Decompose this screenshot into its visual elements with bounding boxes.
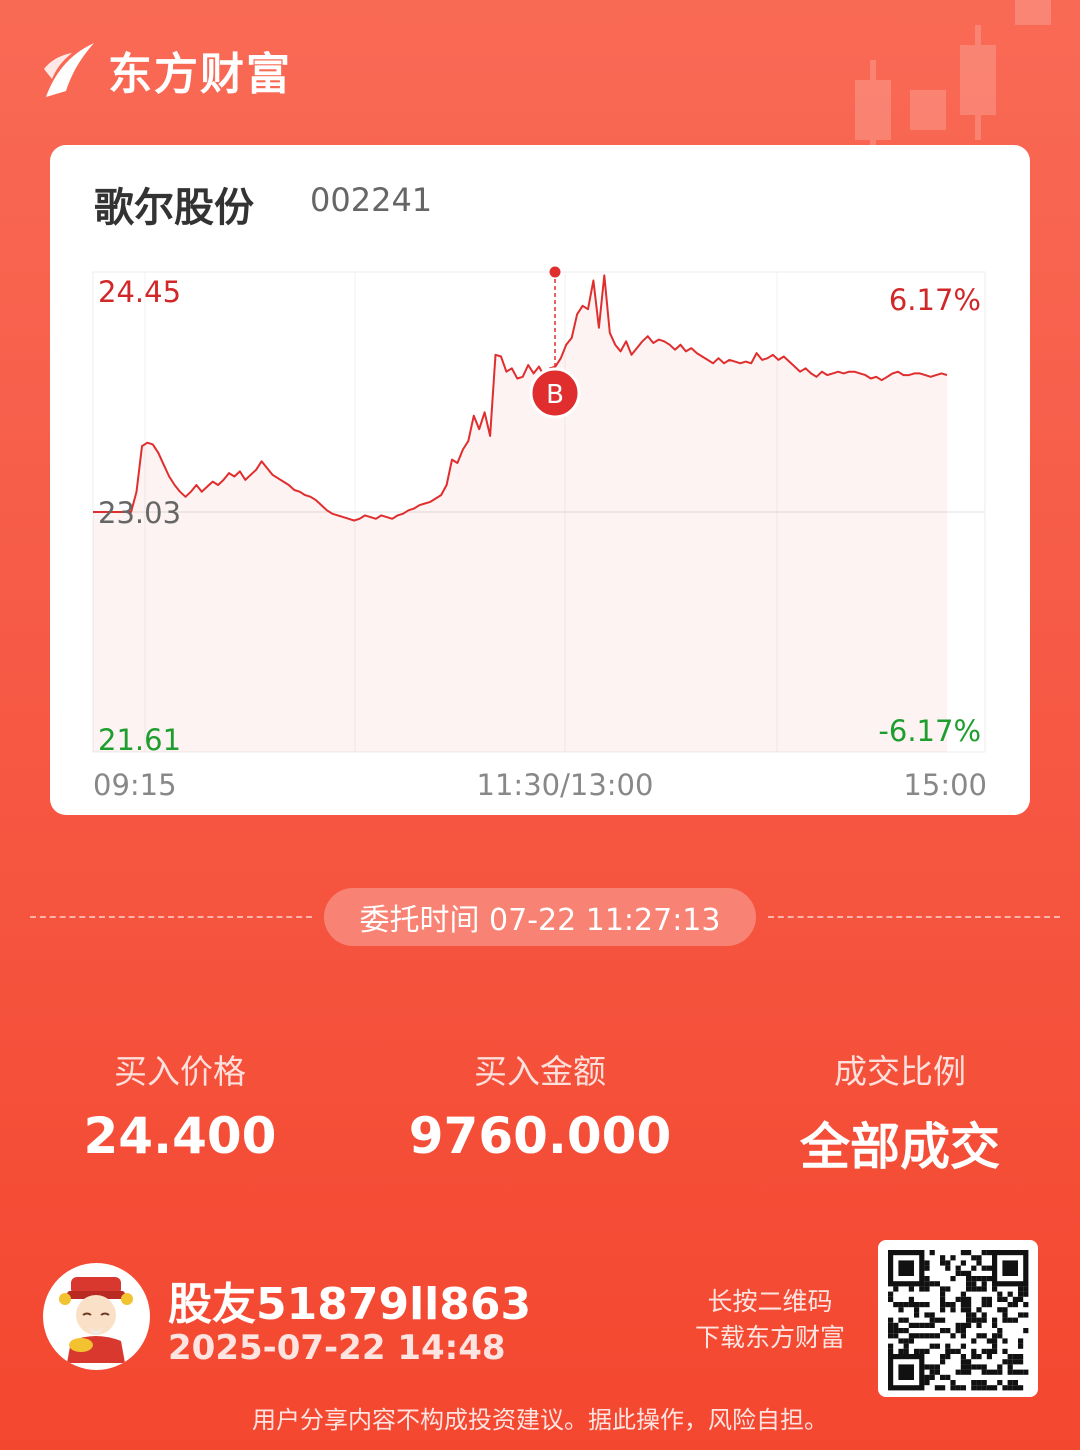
stat-value: 全部成交 (800, 1118, 1000, 1176)
qr-code-icon (888, 1250, 1029, 1391)
chart-area-fill (93, 275, 947, 752)
divider-left (30, 916, 312, 918)
qr-hint-line2: 下载东方财富 (694, 1323, 845, 1352)
brand-logo-icon (44, 43, 94, 97)
stat-fill-ratio: 成交比例 全部成交 (720, 1045, 1080, 1179)
intraday-price-chart: B 24.45 23.03 21.61 6.17% -6.17% 09:15 11:30/13… (92, 266, 987, 802)
avatar[interactable] (43, 1263, 150, 1370)
x-label-midday: 11:30/13:00 (477, 768, 654, 802)
buy-marker-dot (549, 266, 561, 278)
brand-name: 东方财富 (108, 49, 292, 100)
x-label-close: 15:00 (903, 768, 987, 802)
divider-right (768, 916, 1060, 918)
pct-label-low: -6.17% (878, 714, 981, 748)
stock-name: 歌尔股份 (94, 185, 254, 231)
stat-buy-amount: 买入金额 9760.000 (360, 1045, 720, 1165)
avatar-icon (59, 1277, 133, 1363)
user-nickname: 股友51879ll863 (168, 1279, 532, 1330)
stat-label: 买入价格 (114, 1052, 246, 1091)
x-label-open: 09:15 (93, 768, 177, 802)
stat-buy-price: 买入价格 24.400 (0, 1045, 360, 1165)
stock-chart-card: B 24.45 23.03 21.61 6.17% -6.17% 09:15 11:30/13… (50, 145, 1030, 815)
background-candles-decoration (855, 0, 1051, 150)
commission-time-row: 委托时间 07-22 11:27:13 (30, 888, 1060, 946)
download-qr-code[interactable] (878, 1240, 1038, 1397)
stock-code: 002241 (310, 181, 433, 219)
stat-value: 24.400 (83, 1107, 277, 1165)
share-time: 2025-07-22 14:48 (168, 1328, 506, 1368)
commission-time-badge: 委托时间 07-22 11:27:13 (324, 888, 756, 946)
y-label-prev-close: 23.03 (98, 496, 181, 530)
qr-hint-line1: 长按二维码 (707, 1287, 833, 1316)
qr-hint: 长按二维码 下载东方财富 (680, 1284, 860, 1356)
disclaimer: 用户分享内容不构成投资建议。据此操作，风险自担。 (252, 1406, 828, 1434)
trade-stats: 买入价格 24.400 买入金额 9760.000 成交比例 全部成交 (0, 1045, 1080, 1176)
pct-label-high: 6.17% (889, 283, 981, 317)
stat-label: 成交比例 (834, 1052, 966, 1091)
buy-marker-label: B (546, 380, 564, 410)
y-label-high: 24.45 (98, 275, 181, 309)
stat-value: 9760.000 (408, 1107, 672, 1165)
stat-label: 买入金额 (474, 1052, 606, 1091)
y-label-low: 21.61 (98, 723, 181, 757)
brand-logo: 东方财富 (40, 38, 292, 102)
